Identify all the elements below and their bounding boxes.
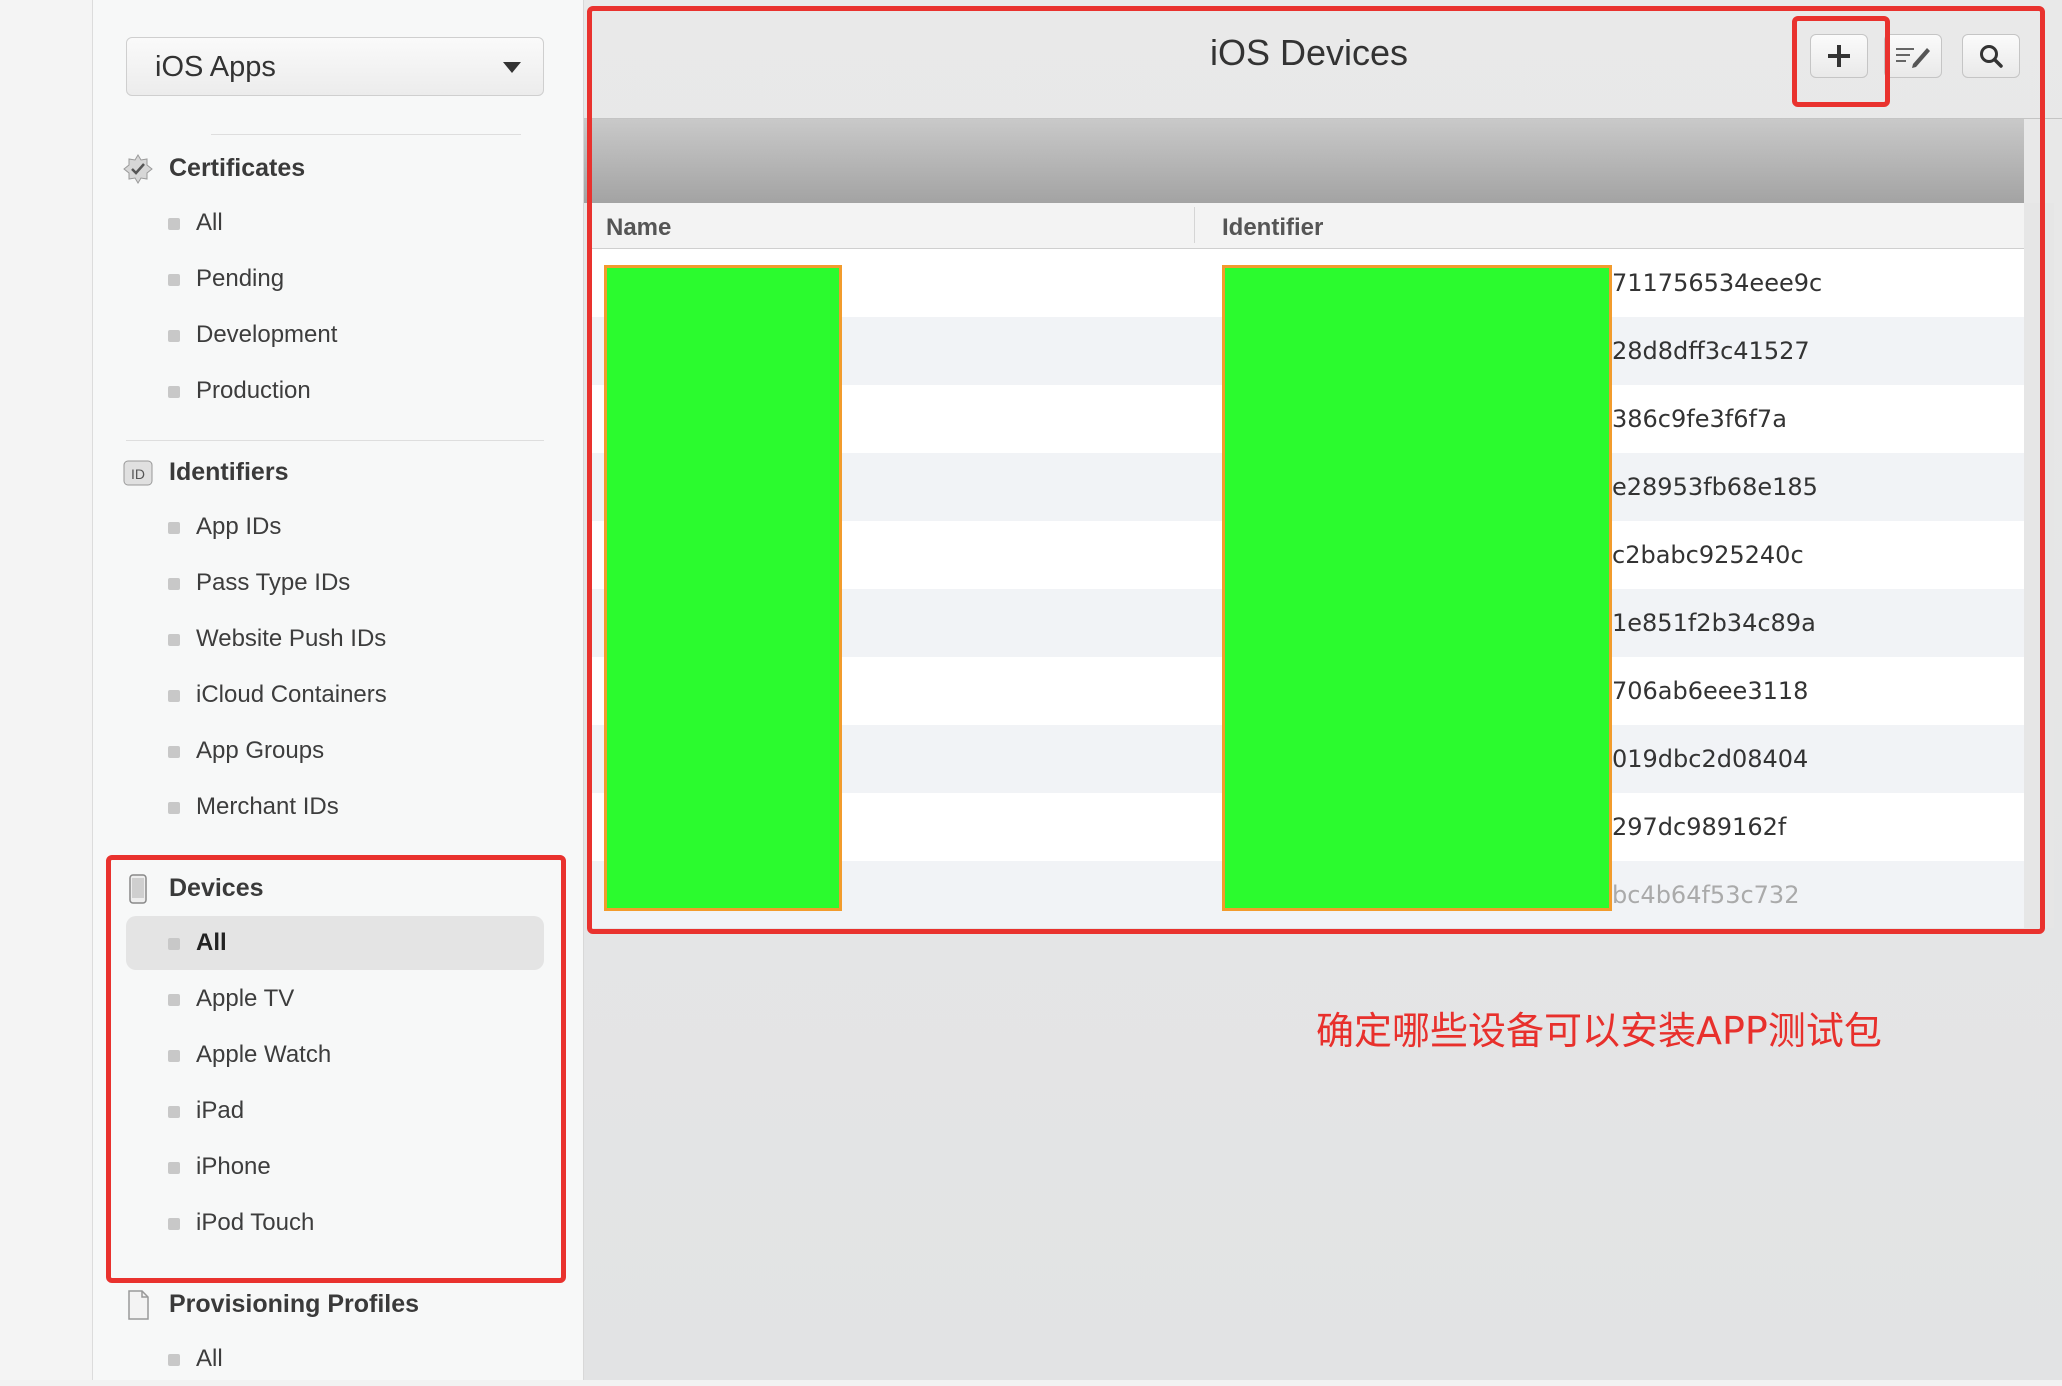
- item-label: iCloud Containers: [196, 681, 387, 708]
- sidebar-item-pass-type-ids[interactable]: Pass Type IDs: [126, 556, 544, 610]
- section-title: Certificates: [169, 154, 306, 182]
- app-type-label: iOS Apps: [155, 51, 276, 83]
- bullet: [168, 386, 180, 398]
- sidebar-item-profiles-all[interactable]: All: [126, 1332, 544, 1386]
- sidebar-item-app-ids[interactable]: App IDs: [126, 500, 544, 554]
- item-label: Development: [196, 321, 338, 348]
- section-title: Provisioning Profiles: [169, 1290, 420, 1318]
- divider: [126, 440, 544, 441]
- document-icon: [123, 1290, 153, 1320]
- sidebar-item-website-push-ids[interactable]: Website Push IDs: [126, 612, 544, 666]
- item-label: All: [196, 209, 223, 236]
- bullet: [168, 690, 180, 702]
- annotation-box-table: [587, 6, 2045, 934]
- item-label: App IDs: [196, 513, 282, 540]
- sidebar-item-app-groups[interactable]: App Groups: [126, 724, 544, 778]
- item-label: Website Push IDs: [196, 625, 387, 652]
- sidebar-item-merchant-ids[interactable]: Merchant IDs: [126, 780, 544, 834]
- sidebar-item-certificates-development[interactable]: Development: [126, 308, 544, 362]
- window-margin: [0, 0, 93, 1380]
- annotation-box-add-button: [1792, 16, 1890, 107]
- item-label: App Groups: [196, 737, 325, 764]
- bullet: [168, 802, 180, 814]
- item-label: Production: [196, 377, 311, 404]
- chevron-down-icon: [503, 62, 521, 73]
- id-badge-icon: ID: [123, 458, 153, 488]
- section-title: Identifiers: [169, 458, 289, 486]
- id-badge-text: ID: [131, 466, 145, 482]
- sidebar-item-certificates-production[interactable]: Production: [126, 364, 544, 418]
- sidebar-item-icloud-containers[interactable]: iCloud Containers: [126, 668, 544, 722]
- annotation-box-devices: [106, 855, 566, 1283]
- sidebar-item-certificates-all[interactable]: All: [126, 196, 544, 250]
- bullet: [168, 578, 180, 590]
- annotation-caption: 确定哪些设备可以安装APP测试包: [1316, 1009, 1882, 1053]
- item-label: Pass Type IDs: [196, 569, 351, 596]
- bullet: [168, 746, 180, 758]
- item-label: All: [196, 1345, 223, 1372]
- bullet: [168, 218, 180, 230]
- sidebar-item-certificates-pending[interactable]: Pending: [126, 252, 544, 306]
- bullet: [168, 274, 180, 286]
- item-label: Merchant IDs: [196, 793, 339, 820]
- bullet: [168, 1354, 180, 1366]
- app-type-dropdown[interactable]: iOS Apps: [126, 37, 544, 96]
- bullet: [168, 634, 180, 646]
- divider: [211, 134, 521, 135]
- item-label: Pending: [196, 265, 285, 292]
- bullet: [168, 330, 180, 342]
- certificate-icon: [123, 154, 153, 184]
- bullet: [168, 522, 180, 534]
